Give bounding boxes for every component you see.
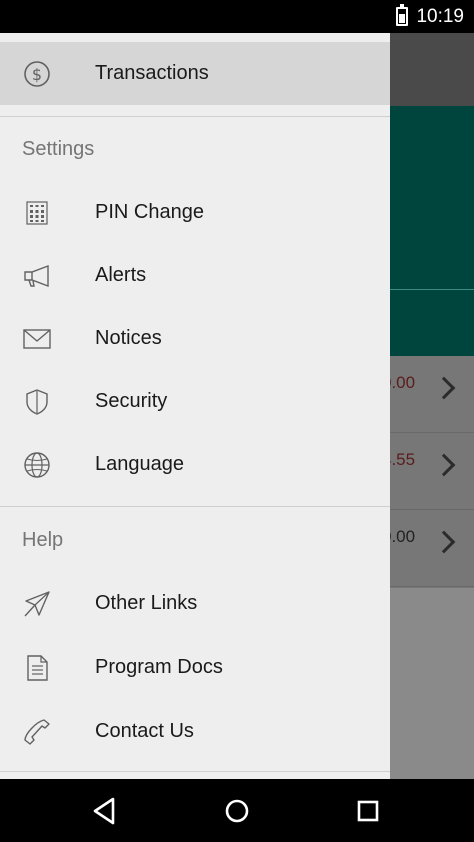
phone-icon	[24, 719, 50, 745]
divider	[0, 116, 390, 117]
section-header-help: Help	[22, 529, 64, 551]
drawer-item-label: PIN Change	[95, 201, 204, 223]
drawer-item-label: Security	[95, 390, 168, 412]
drawer-item-label: Contact Us	[95, 720, 194, 742]
status-time: 10:19	[416, 6, 464, 27]
drawer-item-label: Program Docs	[95, 656, 223, 678]
drawer-item-pin-change[interactable]: PIN Change	[0, 181, 390, 244]
drawer-item-label: Alerts	[95, 264, 147, 286]
recents-icon[interactable]	[350, 793, 386, 829]
drawer-item-notices[interactable]: Notices	[0, 307, 390, 370]
globe-icon	[24, 452, 50, 478]
drawer-item-other-links[interactable]: Other Links	[0, 572, 390, 635]
drawer-item-label: Transactions	[95, 62, 209, 84]
status-bar: 10:19	[0, 0, 474, 33]
dollar-circle-icon: $	[24, 61, 50, 87]
background-row: 0.00	[382, 356, 474, 433]
battery-icon	[396, 4, 408, 26]
chevron-right-icon	[432, 530, 456, 554]
drawer-item-program-docs[interactable]: Program Docs	[0, 636, 390, 699]
drawer-item-contact-us[interactable]: Contact Us	[0, 700, 390, 763]
navigation-drawer: $ Transactions Settings PIN Change Alert…	[0, 33, 390, 779]
drawer-item-label: Other Links	[95, 592, 198, 614]
chevron-right-icon	[432, 453, 456, 477]
drawer-item-label: Language	[95, 453, 184, 475]
section-header-settings: Settings	[22, 138, 95, 160]
envelope-icon	[23, 329, 51, 349]
keypad-icon	[26, 201, 48, 225]
drawer-item-label: Notices	[95, 327, 162, 349]
drawer-item-alerts[interactable]: Alerts	[0, 244, 390, 307]
background-row: 4.55	[382, 433, 474, 510]
megaphone-icon	[24, 264, 49, 288]
background-divider	[390, 289, 474, 290]
background-row: 0.00	[382, 510, 474, 587]
svg-text:$: $	[32, 65, 42, 84]
back-icon[interactable]	[87, 793, 123, 829]
home-icon[interactable]	[219, 793, 255, 829]
divider	[0, 506, 390, 507]
drawer-item-transactions[interactable]: $ Transactions	[0, 42, 390, 105]
divider	[0, 771, 390, 772]
paper-plane-icon	[24, 591, 50, 617]
system-navigation-bar	[0, 779, 474, 842]
chevron-right-icon	[432, 376, 456, 400]
shield-icon	[26, 389, 48, 415]
drawer-item-security[interactable]: Security	[0, 370, 390, 433]
drawer-item-language[interactable]: Language	[0, 433, 390, 496]
document-icon	[27, 655, 48, 681]
